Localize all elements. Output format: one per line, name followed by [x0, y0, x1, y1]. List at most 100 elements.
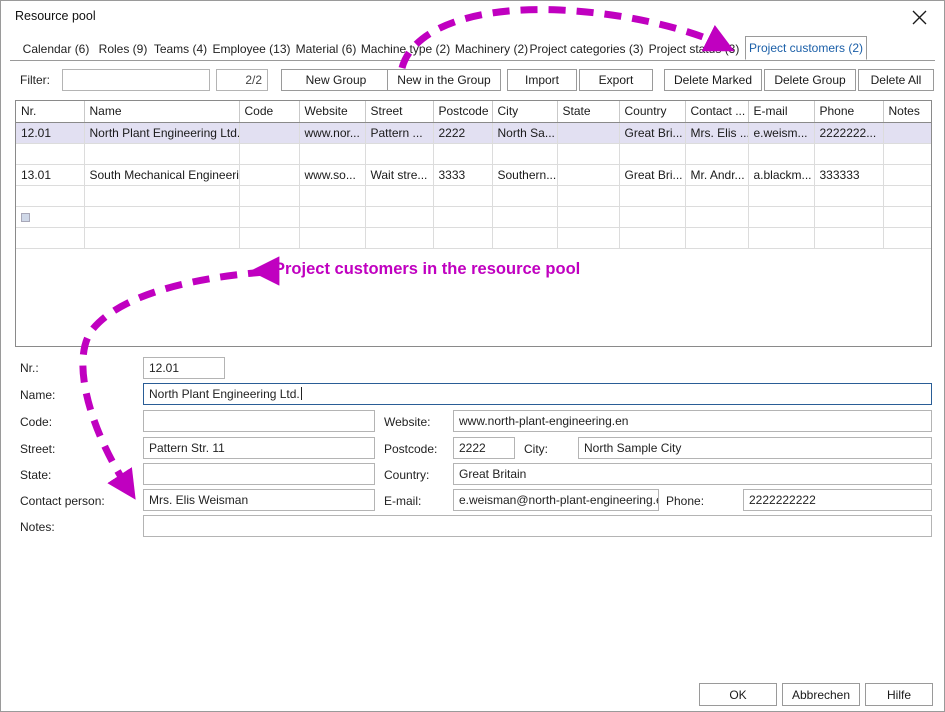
- table-cell[interactable]: [685, 143, 749, 165]
- column-header[interactable]: Notes: [883, 101, 931, 123]
- tab-material-6[interactable]: Material (6): [294, 37, 358, 60]
- table-cell[interactable]: [619, 185, 686, 207]
- table-cell[interactable]: [883, 122, 931, 144]
- export-button[interactable]: Export: [579, 69, 653, 91]
- filter-input[interactable]: [62, 69, 210, 91]
- website-field[interactable]: www.north-plant-engineering.en: [453, 410, 932, 432]
- table-cell[interactable]: [299, 143, 366, 165]
- table-row[interactable]: [16, 185, 931, 207]
- close-icon[interactable]: [902, 4, 936, 30]
- column-header[interactable]: Contact ...: [685, 101, 749, 123]
- ok-button[interactable]: OK: [699, 683, 777, 706]
- table-cell[interactable]: 2222222...: [814, 122, 884, 144]
- table-cell[interactable]: [239, 227, 300, 249]
- table-cell[interactable]: [239, 206, 300, 228]
- table-cell[interactable]: [299, 206, 366, 228]
- table-cell[interactable]: [748, 185, 815, 207]
- delete-group-button[interactable]: Delete Group: [764, 69, 856, 91]
- table-cell[interactable]: [84, 143, 240, 165]
- table-cell[interactable]: [16, 227, 85, 249]
- column-header[interactable]: Code: [239, 101, 300, 123]
- table-cell[interactable]: [433, 206, 493, 228]
- table-cell[interactable]: [619, 206, 686, 228]
- table-cell[interactable]: [557, 164, 620, 186]
- table-cell[interactable]: [557, 143, 620, 165]
- table-cell[interactable]: [748, 206, 815, 228]
- table-row[interactable]: [16, 206, 931, 228]
- column-header[interactable]: Postcode: [433, 101, 493, 123]
- table-cell[interactable]: [685, 227, 749, 249]
- table-cell[interactable]: 2222: [433, 122, 493, 144]
- table-cell[interactable]: [16, 185, 85, 207]
- table-cell[interactable]: 12.01: [16, 122, 85, 144]
- table-cell[interactable]: North Plant Engineering Ltd.: [84, 122, 240, 144]
- table-cell[interactable]: Pattern ...: [365, 122, 434, 144]
- cancel-button[interactable]: Abbrechen: [782, 683, 860, 706]
- table-cell[interactable]: Southern...: [492, 164, 558, 186]
- table-cell[interactable]: [365, 227, 434, 249]
- table-cell[interactable]: Wait stre...: [365, 164, 434, 186]
- table-cell[interactable]: [883, 143, 931, 165]
- column-header[interactable]: Nr.: [16, 101, 85, 123]
- table-cell[interactable]: [433, 143, 493, 165]
- table-cell[interactable]: [84, 227, 240, 249]
- table-cell[interactable]: [814, 206, 884, 228]
- table-cell[interactable]: North Sa...: [492, 122, 558, 144]
- table-cell[interactable]: [748, 227, 815, 249]
- table-cell[interactable]: [492, 185, 558, 207]
- notes-field[interactable]: [143, 515, 932, 537]
- table-cell[interactable]: [365, 143, 434, 165]
- table-cell[interactable]: [748, 143, 815, 165]
- table-cell[interactable]: [814, 227, 884, 249]
- table-cell[interactable]: Mr. Andr...: [685, 164, 749, 186]
- table-row[interactable]: [16, 227, 931, 249]
- table-cell[interactable]: www.nor...: [299, 122, 366, 144]
- tab-roles-9[interactable]: Roles (9): [94, 37, 152, 60]
- customers-grid[interactable]: Nr. Name Code Website Street Postcode City Stat…: [15, 100, 932, 347]
- city-field[interactable]: North Sample City: [578, 437, 932, 459]
- table-cell[interactable]: [84, 206, 240, 228]
- tab-machinery-2[interactable]: Machinery (2): [453, 37, 530, 60]
- tab-employee-13[interactable]: Employee (13): [209, 37, 294, 60]
- table-cell[interactable]: [365, 185, 434, 207]
- state-field[interactable]: [143, 463, 375, 485]
- table-cell[interactable]: [883, 206, 931, 228]
- tab-machine-type-2[interactable]: Machine type (2): [358, 37, 453, 60]
- contact-person-field[interactable]: Mrs. Elis Weisman: [143, 489, 375, 511]
- table-cell[interactable]: [619, 143, 686, 165]
- column-header[interactable]: Country: [619, 101, 686, 123]
- table-cell[interactable]: [433, 185, 493, 207]
- table-cell[interactable]: [239, 164, 300, 186]
- tab-project-customers-2[interactable]: Project customers (2): [745, 36, 867, 60]
- table-row[interactable]: 13.01 South Mechanical Engineerin... www.s…: [16, 164, 931, 186]
- tab-calendar-6[interactable]: Calendar (6): [18, 37, 94, 60]
- import-button[interactable]: Import: [507, 69, 577, 91]
- column-header[interactable]: Phone: [814, 101, 884, 123]
- table-cell[interactable]: 333333: [814, 164, 884, 186]
- table-row[interactable]: 12.01 North Plant Engineering Ltd. www.nor…: [16, 122, 931, 144]
- table-cell[interactable]: [492, 143, 558, 165]
- help-button[interactable]: Hilfe: [865, 683, 933, 706]
- table-cell[interactable]: [883, 185, 931, 207]
- table-cell[interactable]: [239, 143, 300, 165]
- delete-all-button[interactable]: Delete All: [858, 69, 934, 91]
- column-header[interactable]: Street: [365, 101, 434, 123]
- table-cell[interactable]: [84, 185, 240, 207]
- table-cell[interactable]: [16, 143, 85, 165]
- table-cell[interactable]: [557, 206, 620, 228]
- table-cell[interactable]: [299, 227, 366, 249]
- table-cell[interactable]: [883, 164, 931, 186]
- column-header[interactable]: Website: [299, 101, 366, 123]
- street-field[interactable]: Pattern Str. 11: [143, 437, 375, 459]
- table-cell[interactable]: [365, 206, 434, 228]
- table-cell[interactable]: 3333: [433, 164, 493, 186]
- table-cell[interactable]: [239, 185, 300, 207]
- name-field[interactable]: North Plant Engineering Ltd.: [143, 383, 932, 405]
- table-row[interactable]: [16, 143, 931, 165]
- table-cell[interactable]: South Mechanical Engineerin...: [84, 164, 240, 186]
- table-cell[interactable]: Great Bri...: [619, 164, 686, 186]
- new-in-the-group-button[interactable]: New in the Group: [387, 69, 501, 91]
- tab-teams-4[interactable]: Teams (4): [152, 37, 209, 60]
- table-cell[interactable]: Mrs. Elis ...: [685, 122, 749, 144]
- table-cell[interactable]: [619, 227, 686, 249]
